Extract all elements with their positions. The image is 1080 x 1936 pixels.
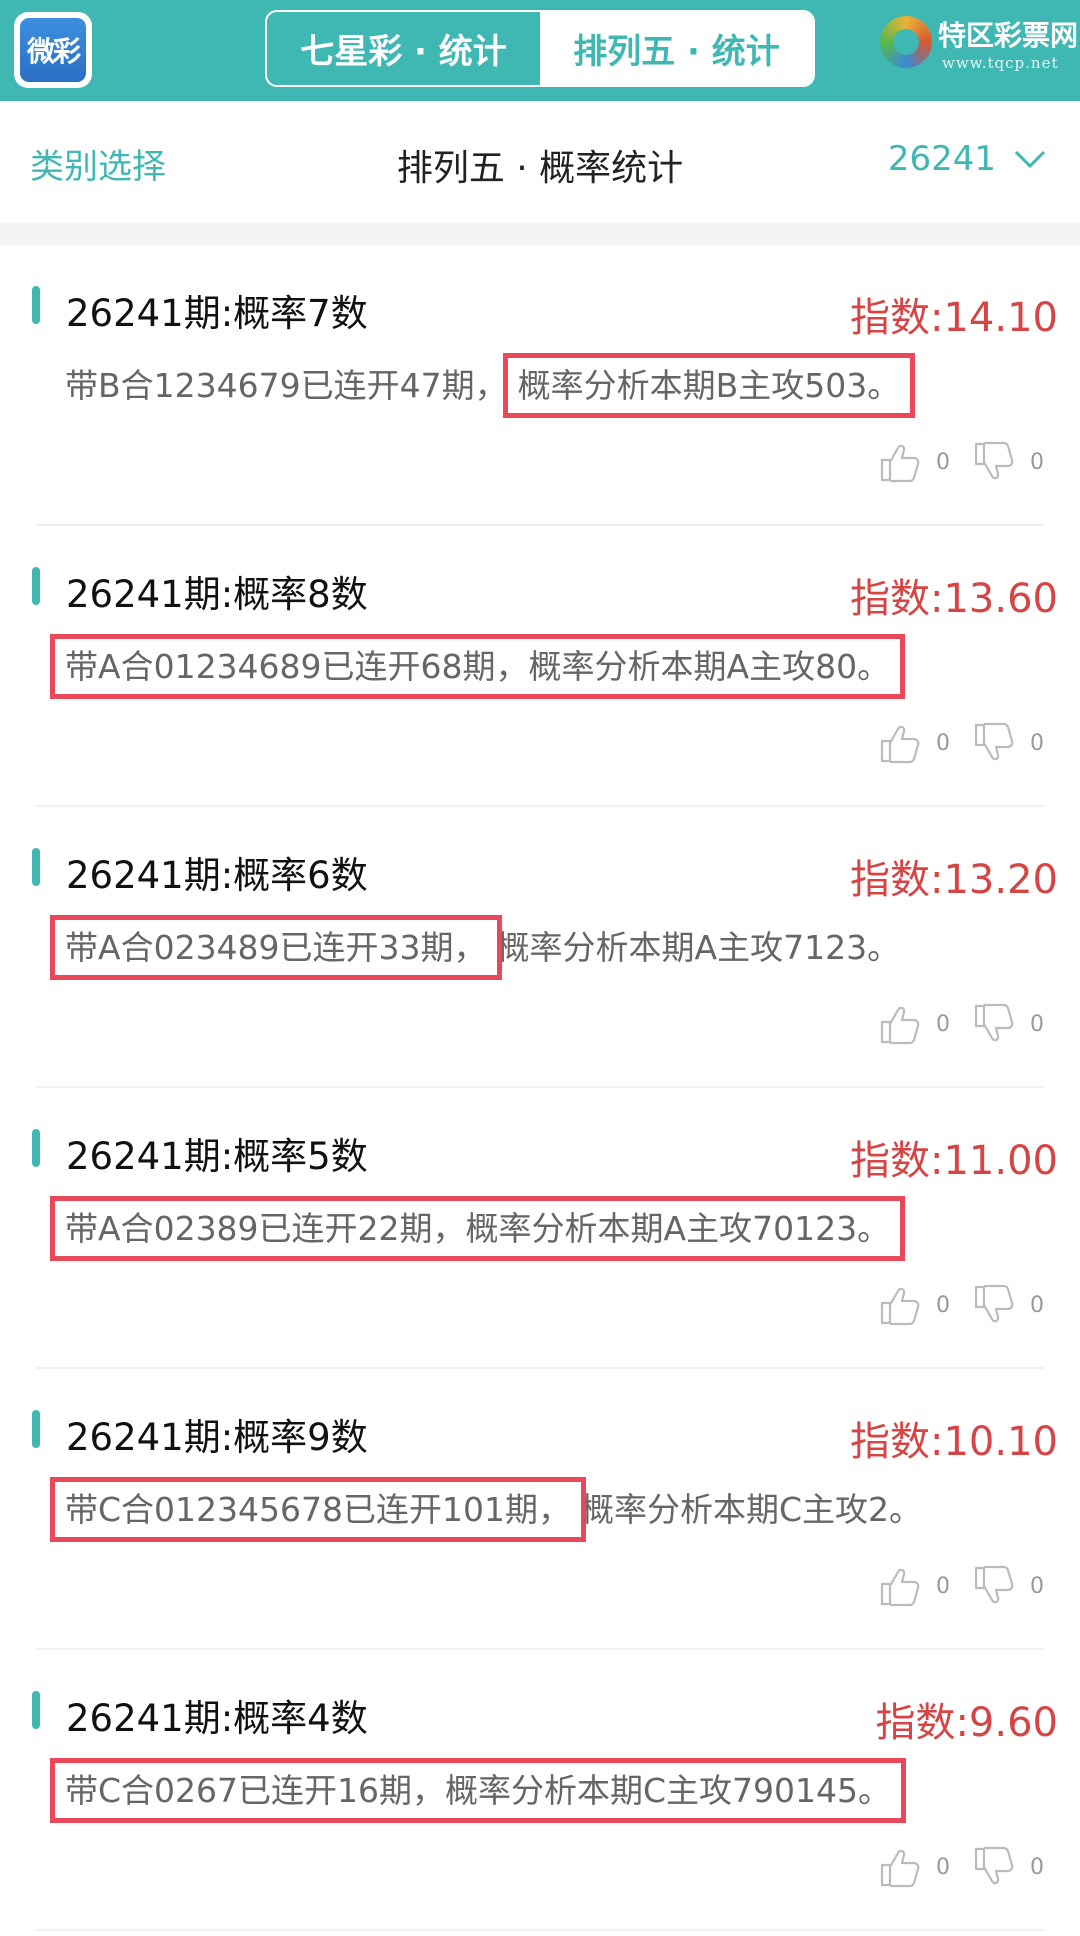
top-header: 微彩 七星彩 · 统计 排列五 · 统计 特区彩票网 www.tqcp.net — [0, 0, 1080, 101]
card-title: 26241期:概率5数 — [66, 1135, 368, 1178]
like-count: 0 — [936, 449, 950, 475]
card-index: 指数:13.60 — [850, 576, 1058, 622]
card-description: 带A合023489已连开33期， 概率分析本期A主攻7123。 — [50, 915, 901, 980]
card-actions: 0 0 — [878, 440, 1044, 484]
like-count: 0 — [936, 1292, 950, 1318]
dislike-count: 0 — [1030, 449, 1044, 475]
lottery-tab-switcher: 七星彩 · 统计 排列五 · 统计 — [265, 10, 815, 87]
issue-number: 26241 — [887, 139, 996, 179]
card-desc-highlight: 概率分析本期B主攻503。 — [502, 353, 916, 418]
dislike-count: 0 — [1030, 1292, 1044, 1318]
card-accent-bar — [32, 1691, 40, 1729]
card-accent-bar — [32, 1129, 40, 1167]
like-button[interactable]: 0 — [878, 1283, 950, 1327]
card-index: 指数:13.20 — [850, 857, 1058, 903]
card-actions: 0 0 — [878, 721, 1044, 765]
stat-card: 26241期:概率7数 指数:14.10 带B合1234679已连开47期， 概率… — [32, 245, 1058, 526]
card-desc-highlight: 带C合0267已连开16期，概率分析本期C主攻790145。 — [49, 1758, 907, 1823]
like-button[interactable]: 0 — [878, 1002, 950, 1046]
app-logo-text: 微彩 — [20, 18, 86, 82]
issue-select-dropdown[interactable]: 26241 — [888, 139, 1046, 179]
card-index: 指数:9.60 — [875, 1700, 1058, 1746]
thumbs-up-icon — [880, 1568, 920, 1607]
card-accent-bar — [32, 1410, 40, 1448]
dislike-count: 0 — [1030, 1573, 1044, 1599]
card-desc-highlight: 带C合012345678已连开101期， — [50, 1477, 586, 1542]
brand-name: 特区彩票网 — [938, 19, 1079, 52]
like-count: 0 — [936, 730, 950, 756]
thumbs-down-icon — [974, 1284, 1014, 1323]
stat-card: 26241期:概率8数 指数:13.60 带A合01234689已连开68期，概… — [32, 526, 1058, 807]
card-title: 26241期:概率8数 — [66, 573, 368, 616]
dislike-button[interactable]: 0 — [972, 1845, 1044, 1889]
thumbs-down-icon — [974, 1846, 1014, 1885]
stat-card: 26241期:概率9数 指数:10.10 带C合012345678已连开101期… — [32, 1369, 1058, 1650]
card-description: 带C合0267已连开16期，概率分析本期C主攻790145。 — [49, 1758, 907, 1823]
card-desc-plain: 概率分析本期A主攻7123。 — [496, 928, 901, 967]
card-actions: 0 0 — [878, 1283, 1044, 1327]
card-desc-highlight: 带A合023489已连开33期， — [50, 915, 502, 980]
card-index: 指数:14.10 — [850, 295, 1058, 341]
tab-pailiewu[interactable]: 排列五 · 统计 — [540, 12, 813, 85]
thumbs-down-icon — [974, 1003, 1014, 1042]
dislike-count: 0 — [1030, 1854, 1044, 1880]
card-title: 26241期:概率9数 — [66, 1416, 368, 1459]
card-accent-bar — [32, 567, 40, 605]
thumbs-up-icon — [880, 725, 920, 764]
card-index: 指数:10.10 — [850, 1419, 1058, 1465]
thumbs-up-icon — [880, 1006, 920, 1045]
card-desc-plain: 概率分析本期C主攻2。 — [581, 1490, 923, 1529]
card-desc-highlight: 带A合01234689已连开68期，概率分析本期A主攻80。 — [49, 634, 906, 699]
like-button[interactable]: 0 — [878, 1564, 950, 1608]
like-button[interactable]: 0 — [878, 721, 950, 765]
stat-list: 26241期:概率7数 指数:14.10 带B合1234679已连开47期， 概率… — [0, 245, 1080, 1931]
card-desc-plain: 带B合1234679已连开47期， — [65, 366, 508, 405]
card-actions: 0 0 — [878, 1564, 1044, 1608]
thumbs-up-icon — [880, 1287, 920, 1326]
thumbs-up-icon — [880, 444, 920, 483]
card-actions: 0 0 — [878, 1845, 1044, 1889]
card-title: 26241期:概率6数 — [66, 854, 368, 897]
thumbs-down-icon — [974, 722, 1014, 761]
sub-header: 类别选择 排列五 · 概率统计 26241 — [0, 101, 1080, 223]
card-description: 带A合02389已连开22期，概率分析本期A主攻70123。 — [49, 1196, 906, 1261]
dislike-button[interactable]: 0 — [972, 721, 1044, 765]
brand-swirl-icon — [880, 16, 932, 68]
thumbs-down-icon — [974, 441, 1014, 480]
stat-card: 26241期:概率6数 指数:13.20 带A合023489已连开33期， 概率分… — [32, 807, 1058, 1088]
tab-qixingcai[interactable]: 七星彩 · 统计 — [267, 12, 540, 85]
card-index: 指数:11.00 — [850, 1138, 1058, 1184]
like-button[interactable]: 0 — [878, 440, 950, 484]
card-description: 带C合012345678已连开101期， 概率分析本期C主攻2。 — [50, 1477, 923, 1542]
stat-card: 26241期:概率5数 指数:11.00 带A合02389已连开22期，概率分析… — [32, 1088, 1058, 1369]
like-button[interactable]: 0 — [878, 1845, 950, 1889]
card-description: 带A合01234689已连开68期，概率分析本期A主攻80。 — [49, 634, 906, 699]
dislike-count: 0 — [1030, 730, 1044, 756]
like-count: 0 — [936, 1854, 950, 1880]
like-count: 0 — [936, 1573, 950, 1599]
dislike-button[interactable]: 0 — [972, 1283, 1044, 1327]
card-title: 26241期:概率4数 — [66, 1697, 368, 1740]
stat-card: 26241期:概率4数 指数:9.60 带C合0267已连开16期，概率分析本期… — [32, 1650, 1058, 1931]
dislike-button[interactable]: 0 — [972, 1002, 1044, 1046]
dislike-button[interactable]: 0 — [972, 1564, 1044, 1608]
card-desc-highlight: 带A合02389已连开22期，概率分析本期A主攻70123。 — [49, 1196, 906, 1261]
thumbs-down-icon — [974, 1565, 1014, 1604]
card-accent-bar — [32, 286, 40, 324]
card-actions: 0 0 — [878, 1002, 1044, 1046]
app-logo[interactable]: 微彩 — [14, 12, 92, 88]
card-description: 带B合1234679已连开47期， 概率分析本期B主攻503。 — [65, 353, 916, 418]
card-title: 26241期:概率7数 — [66, 292, 368, 335]
dislike-button[interactable]: 0 — [972, 440, 1044, 484]
brand-url: www.tqcp.net — [942, 54, 1059, 72]
thumbs-up-icon — [880, 1849, 920, 1888]
dislike-count: 0 — [1030, 1011, 1044, 1037]
like-count: 0 — [936, 1011, 950, 1037]
brand-watermark: 特区彩票网 www.tqcp.net — [880, 12, 1078, 82]
chevron-down-icon — [1014, 150, 1046, 169]
divider — [0, 223, 1080, 245]
card-accent-bar — [32, 848, 40, 886]
